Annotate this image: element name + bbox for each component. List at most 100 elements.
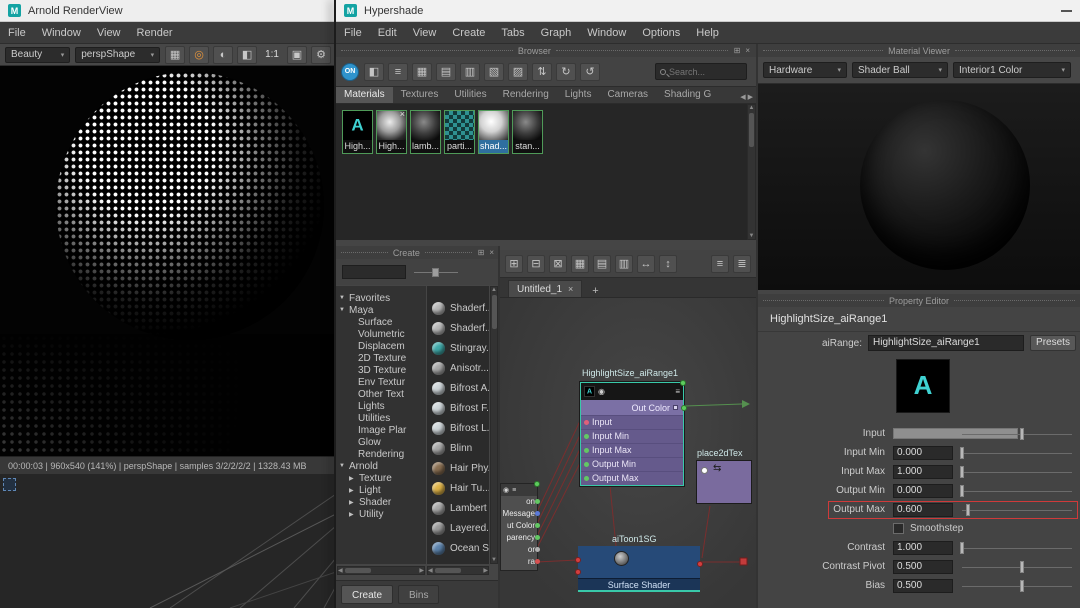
create-tree-item[interactable]: ▶ Light xyxy=(336,484,426,496)
port-dot[interactable] xyxy=(535,547,540,552)
node-attribute-row[interactable]: Output Max xyxy=(581,471,683,485)
material-swatch-cell[interactable]: parti... xyxy=(444,110,475,154)
tab-scroll-right-icon[interactable]: ▶ xyxy=(748,93,753,101)
hdr-display-icon[interactable]: ◐ xyxy=(213,45,234,64)
expand-arrow-icon[interactable]: ▶ xyxy=(349,487,356,494)
create-tree-item[interactable]: Glow xyxy=(336,436,426,448)
create-tree-item[interactable]: ▼ Maya xyxy=(336,304,426,316)
create-node-list[interactable]: Shaderf... Shaderf... Stingray... Anisot… xyxy=(427,286,489,564)
create-node-item[interactable]: Hair Tu... xyxy=(427,478,489,498)
swatch-grid-icon[interactable]: ▨ xyxy=(508,62,528,81)
float-panel-icon[interactable]: ⊞ xyxy=(733,46,742,55)
expand-arrow-icon[interactable]: ▼ xyxy=(339,295,346,301)
output-port-dot[interactable] xyxy=(697,561,703,567)
align-horizontal-icon[interactable]: ▤ xyxy=(593,254,611,273)
input-port-dot[interactable] xyxy=(584,476,589,481)
node-attribute-row[interactable]: ra xyxy=(501,556,540,568)
input-port-dot[interactable] xyxy=(584,462,589,467)
palette-display-icon[interactable]: ◧ xyxy=(364,62,384,81)
geometry-dropdown[interactable]: Shader Ball xyxy=(852,62,948,78)
menu-item[interactable]: Window xyxy=(579,22,634,44)
tab-scroll-arrows[interactable]: ◀ ▶ xyxy=(740,93,756,103)
scrollbar-thumb[interactable] xyxy=(434,568,461,573)
create-tree-item[interactable]: Surface xyxy=(336,316,426,328)
attribute-value-field[interactable]: 0.000 xyxy=(893,446,953,460)
node-attribute-row[interactable]: Message xyxy=(501,508,540,520)
visibility-eye-icon[interactable]: ◉ xyxy=(503,486,509,494)
browser-tab[interactable]: Cameras xyxy=(599,87,656,103)
node-graph-canvas[interactable]: ◉ ≡ on Message ut Color parency or ra Hi… xyxy=(500,298,756,608)
create-node-item[interactable]: Stingray... xyxy=(427,338,489,358)
create-tree-item[interactable]: ▼ Favorites xyxy=(336,292,426,304)
output-connected-dot[interactable] xyxy=(680,380,686,386)
slider-handle[interactable] xyxy=(960,542,964,554)
create-tree-item[interactable]: ▼ Arnold xyxy=(336,460,426,472)
menu-item[interactable]: View xyxy=(405,22,445,44)
browser-tab[interactable]: Utilities xyxy=(446,87,494,103)
menu-item[interactable]: File xyxy=(336,22,370,44)
add-tab-button[interactable]: + xyxy=(588,285,602,297)
minimize-button[interactable] xyxy=(1061,9,1072,12)
node-menu-icon[interactable]: ≡ xyxy=(512,487,516,494)
create-node-item[interactable]: Shaderf... xyxy=(427,318,489,338)
io-connections-icon[interactable]: ⊟ xyxy=(527,254,545,273)
list-hscrollbar[interactable]: ◀ ▶ xyxy=(427,566,489,575)
menu-item[interactable]: Edit xyxy=(370,22,405,44)
slider-handle[interactable] xyxy=(960,466,964,478)
create-tree-item[interactable]: Utilities xyxy=(336,412,426,424)
hypershade-titlebar[interactable]: M Hypershade xyxy=(336,0,1080,22)
ab-compare-icon[interactable]: ◧ xyxy=(237,45,258,64)
node-attribute-row[interactable]: Input xyxy=(581,415,683,429)
airange-node[interactable]: ◉ ≡ Out Color Input xyxy=(580,380,687,486)
menu-item[interactable]: Tabs xyxy=(493,22,532,44)
slider-handle[interactable] xyxy=(431,268,439,277)
out-color-row[interactable]: Out Color xyxy=(581,400,687,415)
create-tree-item[interactable]: Other Text xyxy=(336,388,426,400)
attribute-value-field[interactable]: 0.500 xyxy=(893,579,953,593)
swatch-scrollbar[interactable]: ▲ ▼ xyxy=(747,104,756,240)
menu-item[interactable]: Graph xyxy=(533,22,580,44)
material-thumbnail[interactable] xyxy=(479,111,508,140)
browser-tab[interactable]: Shading G xyxy=(656,87,719,103)
list-view-icon[interactable]: ≡ xyxy=(388,62,408,81)
scrollbar-thumb[interactable] xyxy=(749,113,754,147)
slider-track[interactable] xyxy=(962,491,1072,492)
input-port-dot[interactable] xyxy=(584,434,589,439)
create-tree-item[interactable]: Volumetric xyxy=(336,328,426,340)
detailed-view-icon[interactable]: ≣ xyxy=(733,254,751,273)
port-dot[interactable] xyxy=(535,523,540,528)
attribute-value-field[interactable]: 0.000 xyxy=(893,484,953,498)
menu-item[interactable]: Window xyxy=(34,22,89,44)
browser-tab[interactable]: Textures xyxy=(393,87,447,103)
port-dot[interactable] xyxy=(535,499,540,504)
material-swatch-cell[interactable]: shad... xyxy=(478,110,509,154)
slider-track[interactable] xyxy=(962,510,1072,511)
swatch-large-icon[interactable]: ▥ xyxy=(460,62,480,81)
layout-grid-icon[interactable]: ▦ xyxy=(571,254,589,273)
scrollbar-thumb[interactable] xyxy=(344,568,371,573)
slider-handle[interactable] xyxy=(965,504,970,516)
frame-all-icon[interactable]: ↕ xyxy=(659,254,677,273)
environment-dropdown[interactable]: Interior1 Color xyxy=(953,62,1071,78)
aov-dropdown[interactable]: Beauty xyxy=(5,46,71,63)
create-tree-item[interactable]: ▶ Utility xyxy=(336,508,426,520)
attribute-value-field[interactable]: 0.600 xyxy=(893,503,953,517)
node-preview-swatch[interactable] xyxy=(896,359,950,413)
search-input[interactable] xyxy=(669,66,742,77)
node-attribute-row[interactable]: Output Min xyxy=(581,457,683,471)
menu-item[interactable]: Help xyxy=(688,22,727,44)
material-thumbnail[interactable] xyxy=(445,111,474,140)
slider-handle[interactable] xyxy=(1020,561,1025,573)
material-swatch-cell[interactable]: stan... xyxy=(512,110,543,154)
create-category-tree[interactable]: ▼ Favorites ▼ Maya Surface Volumetric Di… xyxy=(336,286,426,564)
menu-item[interactable]: Options xyxy=(634,22,688,44)
input-port-dot[interactable] xyxy=(575,557,581,563)
create-node-item[interactable]: Ocean S... xyxy=(427,538,489,558)
align-vertical-icon[interactable]: ▥ xyxy=(615,254,633,273)
sort-icon[interactable]: ⇅ xyxy=(532,62,552,81)
expand-arrow-icon[interactable]: ▼ xyxy=(339,463,346,469)
render-region-icon[interactable]: ◎ xyxy=(189,45,210,64)
simple-view-icon[interactable]: ≡ xyxy=(711,254,729,273)
material-thumbnail[interactable] xyxy=(343,111,372,140)
scrollbar-thumb[interactable] xyxy=(491,295,497,329)
